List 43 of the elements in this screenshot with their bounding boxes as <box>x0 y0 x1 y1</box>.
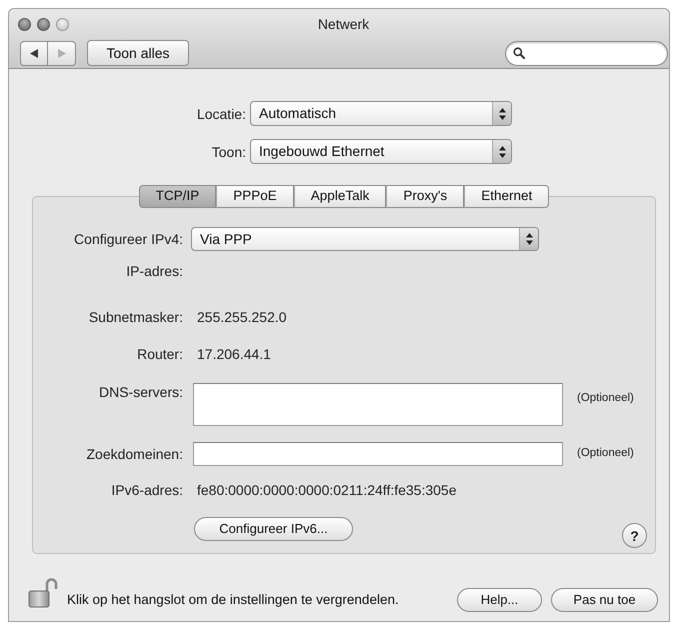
window-title: Netwerk <box>318 15 370 34</box>
field-label: Toon: <box>210 142 246 160</box>
updown-arrows-icon <box>498 108 506 120</box>
field-label: IP-adres: <box>125 262 183 280</box>
optional-note: (Optioneel) <box>577 391 634 406</box>
tab[interactable]: Proxy's <box>386 185 464 208</box>
text-area[interactable] <box>193 383 563 426</box>
search-field[interactable] <box>505 40 668 66</box>
tab[interactable]: TCP/IP <box>138 185 216 208</box>
field-value: fe80:0000:0000:0000:0211:24ff:fe35:305e <box>196 481 457 499</box>
field-value: 255.255.252.0 <box>196 308 287 326</box>
field-label: Zoekdomeinen: <box>85 445 183 463</box>
padlock-icon[interactable] <box>28 577 58 608</box>
updown-arrows-icon <box>526 233 532 245</box>
help-button[interactable]: Help... <box>457 588 542 612</box>
tab[interactable]: PPPoE <box>216 185 294 208</box>
updown-arrows-icon <box>498 146 506 158</box>
field-label: IPv6-adres: <box>110 481 183 499</box>
tab[interactable]: Ethernet <box>464 185 550 208</box>
apply-button[interactable]: Pas nu toe <box>551 588 658 612</box>
help-button[interactable]: ? <box>622 523 647 548</box>
field-value: 17.206.44.1 <box>196 345 271 363</box>
tab[interactable]: AppleTalk <box>294 185 386 208</box>
field-label: Subnetmasker: <box>88 308 183 326</box>
ipv4-popup[interactable]: Via PPP <box>191 227 539 251</box>
field-label: DNS-servers: <box>98 383 183 401</box>
zoom-button[interactable] <box>56 18 69 31</box>
close-button[interactable] <box>18 18 31 31</box>
optional-note: (Optioneel) <box>577 446 634 462</box>
configure-ipv6-button[interactable]: Configureer IPv6... <box>194 517 353 541</box>
field-label: Router: <box>136 345 183 363</box>
location-popup[interactable]: Automatisch <box>250 101 512 126</box>
field-label: Locatie: <box>196 104 246 122</box>
search-icon <box>513 47 525 59</box>
show-all-button[interactable]: Toon alles <box>87 40 189 66</box>
field-label: Configureer IPv4: <box>73 230 183 248</box>
show-popup[interactable]: Ingebouwd Ethernet <box>250 139 512 164</box>
minimize-button[interactable] <box>37 18 50 31</box>
input-field[interactable] <box>193 442 563 466</box>
left-triangle-icon <box>30 48 38 58</box>
back-button[interactable] <box>20 40 48 66</box>
lock-message: Klik op het hangslot om de instellingen te vergrendelen. <box>67 590 399 609</box>
right-triangle-icon <box>58 48 66 58</box>
